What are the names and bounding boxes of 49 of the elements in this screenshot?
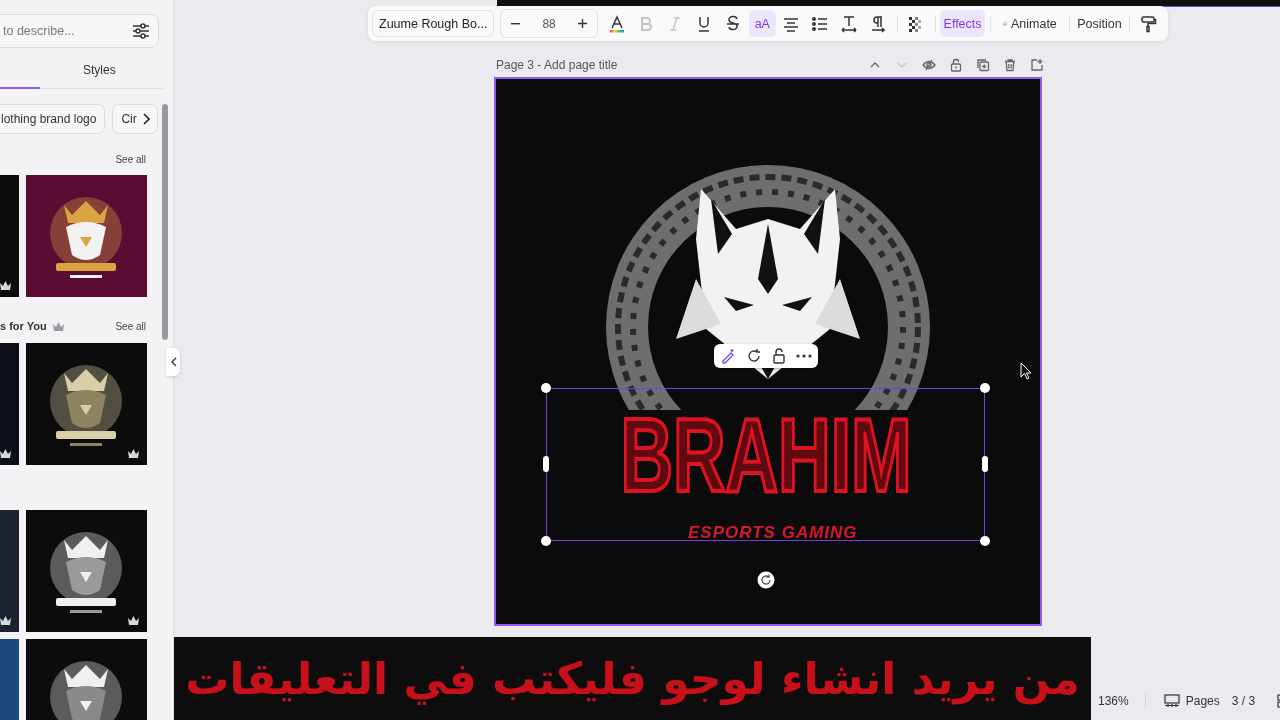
plus-icon[interactable] [577,19,587,28]
hide-icon[interactable] [922,58,936,72]
case-button[interactable]: aA [748,10,776,37]
section-title: s for You [0,320,47,332]
lock-icon[interactable] [949,58,963,72]
font-size-stepper[interactable]: 88 [500,9,598,38]
zoom-level[interactable]: 136% [1098,694,1129,708]
mouse-cursor-icon [1020,362,1032,380]
logo-subtitle[interactable]: ESPORTS GAMING [688,523,858,543]
duplicate-icon[interactable] [976,58,990,72]
font-dropdown[interactable]: Zuume Rough Bo... [372,10,495,37]
resize-handle[interactable] [541,383,551,393]
filter-icon[interactable] [132,23,150,39]
see-all-link[interactable]: See all [115,153,146,165]
search-bar[interactable]: to describe... [0,14,159,48]
position-button[interactable]: Position [1074,10,1125,37]
effects-button[interactable]: Effects [940,10,985,37]
more-icon[interactable] [796,354,812,358]
resize-handle[interactable] [982,456,988,472]
lock-icon[interactable] [772,348,786,364]
minus-icon[interactable] [511,22,521,25]
page-title[interactable]: Page 3 - Add page title [496,58,618,72]
paragraph-icon[interactable] [869,14,888,33]
chevron-right-icon[interactable] [142,113,150,125]
pages-button[interactable]: Pages [1163,694,1220,708]
tab[interactable]: Styles [83,63,116,77]
letter-spacing-icon[interactable] [840,14,859,33]
pages-icon[interactable] [1163,694,1180,708]
delete-icon[interactable] [1003,58,1017,72]
resize-handle[interactable] [980,536,990,546]
see-all-link[interactable]: See all [115,320,146,332]
suggestion-chip[interactable]: lothing brand logo [0,104,106,134]
rotate-handle[interactable] [757,571,775,589]
add-icon[interactable] [1030,58,1044,72]
list-icon[interactable] [811,14,830,33]
refresh-icon[interactable] [746,348,762,364]
magic-pencil-icon[interactable] [720,348,736,364]
search-input[interactable]: to describe... [1,24,132,38]
design-page[interactable]: BRAHIM ESPORTS GAMING [494,77,1042,626]
suggestion-chip[interactable]: Cir [112,104,158,134]
resize-handle[interactable] [543,456,549,472]
resize-handle[interactable] [541,536,551,546]
caption-text: من يريد انشاء لوجو فليكتب في التعليقات [185,653,1080,704]
resize-handle[interactable] [980,383,990,393]
text-color-icon[interactable] [608,14,627,33]
page-counter: 3 / 3 [1231,694,1256,708]
animate-button[interactable]: Animate [995,10,1064,37]
font-size-value[interactable]: 88 [542,16,556,31]
chevron-left-icon[interactable] [169,357,177,367]
